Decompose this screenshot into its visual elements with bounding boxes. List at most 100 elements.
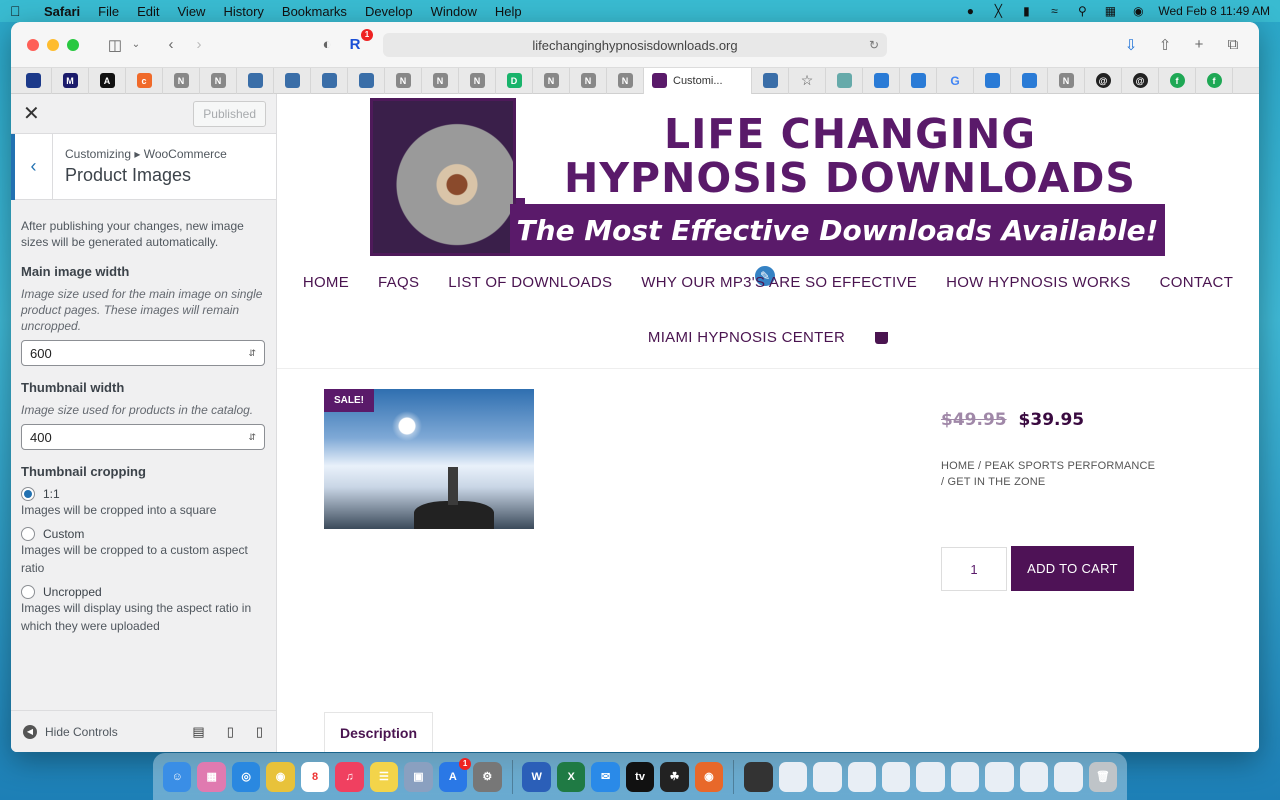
- close-icon[interactable]: ✕: [23, 101, 40, 126]
- apple-tv-icon[interactable]: tv: [625, 761, 655, 792]
- tab-favicon[interactable]: [752, 67, 789, 94]
- radio-button[interactable]: [21, 585, 35, 599]
- stepper-icon[interactable]: ⇵: [248, 348, 256, 359]
- tab-favicon[interactable]: [274, 67, 311, 94]
- tab-favicon[interactable]: ☆: [789, 67, 826, 94]
- tab-favicon[interactable]: [311, 67, 348, 94]
- tab-favicon[interactable]: N: [533, 67, 570, 94]
- tab-favicon[interactable]: [237, 67, 274, 94]
- menu-develop[interactable]: Develop: [365, 4, 413, 19]
- minimized-window-icon[interactable]: [1054, 761, 1083, 792]
- mail-icon[interactable]: ✉: [591, 761, 620, 792]
- tab-favicon[interactable]: N: [607, 67, 644, 94]
- music-icon[interactable]: ♫: [335, 761, 364, 792]
- system-settings-icon[interactable]: ⚙: [473, 761, 502, 792]
- chrome-icon[interactable]: ◉: [266, 761, 295, 792]
- nav-home[interactable]: HOME: [303, 274, 349, 291]
- tab-favicon[interactable]: [974, 67, 1011, 94]
- safari-icon[interactable]: ◎: [231, 761, 261, 792]
- desktop-preview-icon[interactable]: ▤: [192, 724, 204, 740]
- back-chevron-icon[interactable]: ‹: [11, 133, 53, 200]
- privacy-shield-icon[interactable]: ◐: [313, 33, 341, 57]
- quantity-input[interactable]: 1: [941, 547, 1007, 591]
- app-store-icon[interactable]: A1: [438, 757, 472, 792]
- calendar-icon[interactable]: 8: [300, 761, 330, 792]
- new-tab-icon[interactable]: +: [1185, 33, 1213, 57]
- tab-favicon[interactable]: N: [200, 67, 237, 94]
- tab-favicon[interactable]: N: [163, 67, 200, 94]
- minimized-window-icon[interactable]: [1019, 761, 1049, 792]
- spotlight-search-icon[interactable]: ⚲: [1074, 4, 1090, 18]
- menubar-clock[interactable]: Wed Feb 8 11:49 AM: [1158, 4, 1270, 18]
- minimized-window-icon[interactable]: [881, 761, 911, 792]
- crop-option-square[interactable]: 1:1: [21, 487, 266, 501]
- tab-overview-icon[interactable]: ⧉: [1219, 33, 1247, 57]
- firefox-icon[interactable]: ◉: [694, 761, 724, 792]
- published-button[interactable]: Published: [193, 100, 266, 127]
- siri-icon[interactable]: ◉: [1130, 4, 1146, 18]
- minimize-window-button[interactable]: [47, 38, 59, 51]
- stepper-icon[interactable]: ⇵: [248, 432, 256, 443]
- tab-favicon[interactable]: f: [1159, 67, 1196, 94]
- minimized-window-icon[interactable]: [744, 761, 773, 792]
- tab-active-customizer[interactable]: Customi...: [644, 67, 752, 94]
- kindle-icon[interactable]: ☘: [660, 761, 689, 792]
- tab-favicon[interactable]: N: [385, 67, 422, 94]
- launchpad-icon[interactable]: ▦: [197, 761, 226, 792]
- menu-window[interactable]: Window: [431, 4, 477, 19]
- tab-favicon[interactable]: c: [126, 67, 163, 94]
- hide-controls-button[interactable]: Hide Controls: [45, 725, 118, 739]
- main-width-input[interactable]: 600 ⇵: [21, 340, 265, 366]
- address-bar[interactable]: lifechanginghypnosisdownloads.org ↻: [383, 33, 887, 57]
- menu-app-name[interactable]: Safari: [44, 4, 80, 19]
- tab-favicon[interactable]: [348, 67, 385, 94]
- tab-favicon[interactable]: G: [937, 67, 974, 94]
- mobile-preview-icon[interactable]: ▯: [256, 724, 263, 740]
- minimized-window-icon[interactable]: [950, 761, 980, 792]
- tab-favicon[interactable]: [826, 67, 863, 94]
- menu-file[interactable]: File: [98, 4, 119, 19]
- minimized-window-icon[interactable]: [813, 761, 842, 792]
- tab-favicon[interactable]: [863, 67, 900, 94]
- crop-option-custom[interactable]: Custom: [21, 527, 266, 541]
- extension-r-icon[interactable]: R 1: [341, 28, 373, 57]
- menu-edit[interactable]: Edit: [137, 4, 159, 19]
- nav-contact[interactable]: CONTACT: [1160, 274, 1233, 291]
- trash-icon[interactable]: 🗑: [1088, 761, 1118, 792]
- tab-favicon[interactable]: [1011, 67, 1048, 94]
- back-button[interactable]: ‹: [157, 33, 185, 57]
- menu-view[interactable]: View: [178, 4, 206, 19]
- breadcrumb-categories[interactable]: HOME / PEAK SPORTS PERFORMANCE / GET IN …: [941, 458, 1161, 490]
- accessibility-icon[interactable]: ●: [962, 4, 978, 18]
- battery-icon[interactable]: ▮: [1018, 4, 1034, 18]
- tablet-preview-icon[interactable]: ▯: [227, 724, 234, 740]
- nav-list-of-downloads[interactable]: LIST OF DOWNLOADS: [448, 274, 612, 291]
- minimized-window-icon[interactable]: [778, 761, 808, 792]
- forward-button[interactable]: ›: [185, 33, 213, 57]
- radio-button[interactable]: [21, 487, 35, 501]
- tab-favicon[interactable]: N: [459, 67, 496, 94]
- crop-option-uncropped[interactable]: Uncropped: [21, 585, 266, 599]
- nav-why-effective[interactable]: WHY OUR MP3'S ARE SO EFFECTIVE: [641, 274, 917, 291]
- tab-favicon[interactable]: [900, 67, 937, 94]
- tab-favicon[interactable]: N: [1048, 67, 1085, 94]
- tab-favicon[interactable]: M: [52, 67, 89, 94]
- apple-menu-icon[interactable]: : [10, 3, 30, 19]
- tab-favicon[interactable]: N: [570, 67, 607, 94]
- minimized-window-icon[interactable]: [847, 761, 876, 792]
- nav-miami-hypnosis-center[interactable]: MIAMI HYPNOSIS CENTER: [648, 329, 845, 346]
- reload-icon[interactable]: ↻: [869, 38, 879, 52]
- finder-icon[interactable]: ☺: [163, 761, 192, 792]
- minimized-window-icon[interactable]: [916, 761, 945, 792]
- preview-icon[interactable]: ▣: [404, 761, 433, 792]
- menu-help[interactable]: Help: [495, 4, 522, 19]
- zoom-window-button[interactable]: [67, 38, 79, 51]
- downloads-icon[interactable]: ⇩: [1117, 33, 1145, 57]
- tab-favicon[interactable]: @: [1122, 67, 1159, 94]
- minimized-window-icon[interactable]: [985, 761, 1014, 792]
- tab-favicon[interactable]: N: [422, 67, 459, 94]
- nav-faqs[interactable]: FAQS: [378, 274, 419, 291]
- chevron-down-icon[interactable]: ⌄: [129, 33, 143, 57]
- tab-description[interactable]: Description: [324, 712, 433, 752]
- notes-icon[interactable]: ☰: [369, 761, 399, 792]
